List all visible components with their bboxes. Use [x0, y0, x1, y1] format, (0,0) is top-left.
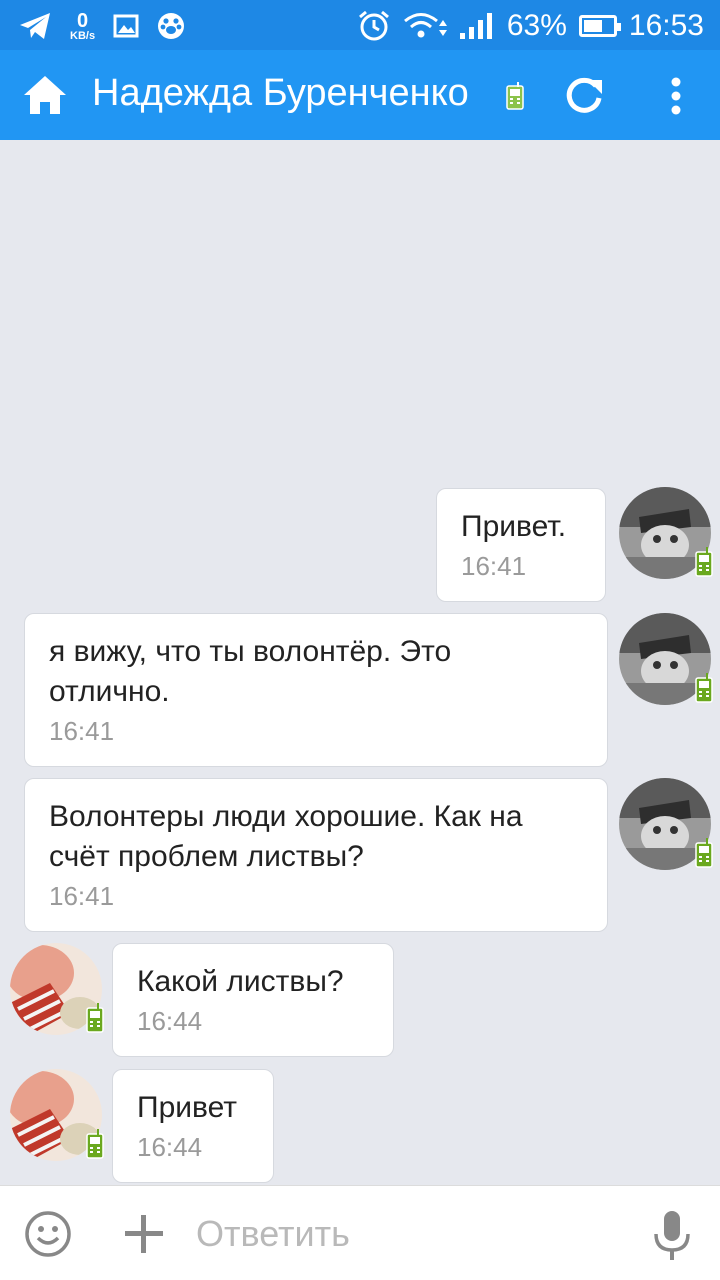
net-speed-unit: KB/s [70, 29, 96, 42]
avatar[interactable] [6, 1069, 104, 1161]
message-text: Волонтеры люди хорошие. Как на счёт проб… [49, 800, 523, 873]
app-bar: Надежда Буренченко [0, 50, 720, 140]
message-text: Привет. [461, 510, 567, 543]
message-time: 16:41 [49, 716, 115, 746]
battery-percent: 63% [506, 9, 567, 42]
status-bar: 0 KB/s 63% 16:53 [0, 0, 720, 50]
smile-icon[interactable] [24, 1210, 72, 1258]
message-bubble[interactable]: Привет. 16:41 [436, 488, 606, 602]
mobile-phone-icon [86, 1003, 104, 1033]
more-vertical-icon[interactable] [652, 72, 700, 120]
telegram-icon [20, 13, 50, 39]
battery-icon [578, 15, 621, 37]
message-text: я вижу, что ты волонтёр. Это отлично. [49, 635, 452, 708]
mobile-phone-icon [695, 673, 713, 703]
message-bubble[interactable]: Волонтеры люди хорошие. Как на счёт проб… [24, 778, 608, 932]
image-icon [113, 14, 139, 38]
reply-bar [0, 1185, 720, 1280]
message-text: Привет [137, 1091, 238, 1124]
avatar[interactable] [619, 778, 713, 870]
net-speed: 0 KB/s [70, 11, 95, 42]
microphone-icon[interactable] [650, 1208, 694, 1264]
message-bubble[interactable]: Какой листвы? 16:44 [112, 943, 394, 1057]
status-left: 0 KB/s [18, 8, 185, 44]
message-time: 16:41 [461, 551, 527, 581]
clock: 16:53 [628, 9, 704, 42]
reply-input[interactable] [196, 1208, 616, 1260]
chat-title: Надежда Буренченко [92, 72, 469, 114]
avatar[interactable] [619, 487, 713, 579]
refresh-icon[interactable] [560, 72, 608, 120]
home-icon[interactable] [22, 72, 68, 118]
mobile-phone-icon [506, 82, 524, 110]
mobile-phone-icon [695, 547, 713, 577]
plus-icon[interactable] [122, 1212, 166, 1256]
avatar[interactable] [619, 613, 713, 705]
status-right: 63% 16:53 [357, 8, 704, 44]
mobile-phone-icon [86, 1129, 104, 1159]
mobile-phone-icon [695, 838, 713, 868]
message-bubble[interactable]: Привет 16:44 [112, 1069, 274, 1183]
message-time: 16:44 [137, 1132, 203, 1162]
avatar[interactable] [6, 943, 104, 1035]
net-speed-value: 0 [76, 9, 89, 32]
paw-icon [158, 13, 185, 39]
message-list[interactable]: Привет. 16:41 я вижу, что ты волонтёр. Э… [0, 140, 720, 1185]
alarm-icon [358, 10, 389, 41]
wifi-icon [403, 13, 447, 38]
message-bubble[interactable]: я вижу, что ты волонтёр. Это отлично. 16… [24, 613, 608, 767]
message-time: 16:41 [49, 881, 115, 911]
message-time: 16:44 [137, 1006, 203, 1036]
signal-icon [459, 13, 492, 39]
message-text: Какой листвы? [137, 965, 344, 998]
battery-fill [583, 20, 602, 32]
